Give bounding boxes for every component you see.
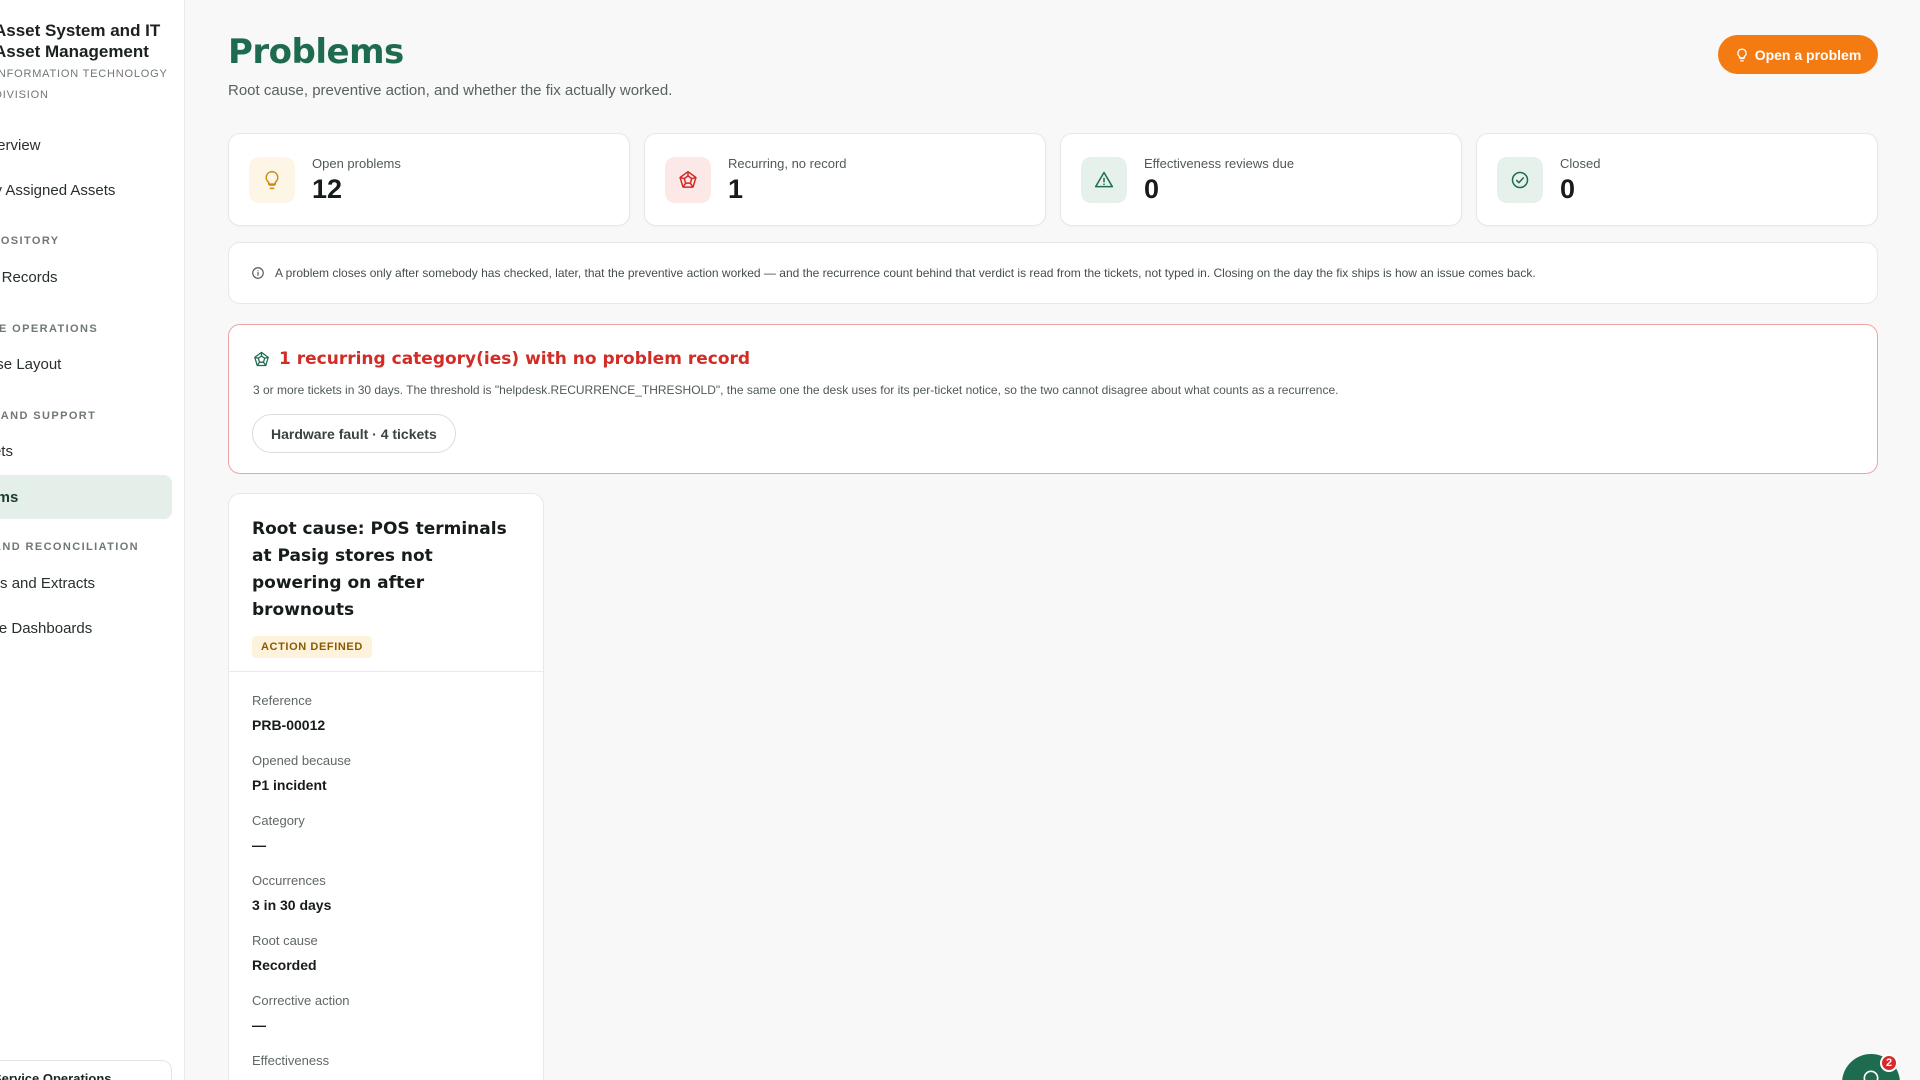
lightbulb-icon	[249, 157, 295, 203]
alert-description: 3 or more tickets in 30 days. The thresh…	[253, 383, 1339, 397]
warning-icon	[1081, 157, 1127, 203]
brand-subtitle-line1: INFORMATION TECHNOLOGY	[0, 68, 168, 80]
field-value: P1 incident	[252, 777, 327, 793]
field-root-cause: Root cause Recorded	[252, 933, 520, 993]
check-circle-icon	[1497, 157, 1543, 203]
alert-title-text: 1 recurring category(ies) with no proble…	[279, 349, 751, 369]
stat-label: Recurring, no record	[728, 156, 847, 171]
stat-value: 12	[312, 174, 343, 204]
field-value: —	[252, 1017, 266, 1033]
sidebar-item-problems[interactable]: Problems	[0, 475, 172, 519]
stat-value: 0	[1560, 174, 1576, 204]
sidebar: Asset System and IT Asset Management INF…	[0, 0, 185, 1080]
sidebar-section-repository: REPOSITORY	[0, 235, 60, 247]
field-value: —	[252, 837, 266, 853]
problem-card[interactable]: Root cause: POS terminals at Pasig store…	[228, 493, 544, 1080]
field-label: Reference	[252, 693, 312, 708]
field-value: 3 in 30 days	[252, 897, 332, 913]
lightbulb-icon	[1737, 48, 1747, 61]
field-effectiveness: Effectiveness	[252, 1053, 520, 1080]
stat-card-open-problems: Open problems 12	[228, 133, 630, 226]
stat-card-effectiveness-reviews-due: Effectiveness reviews due 0	[1060, 133, 1462, 226]
sidebar-section-help-and-support: HELP AND SUPPORT	[0, 410, 97, 422]
stat-card-recurring-no-record: Recurring, no record 1	[644, 133, 1046, 226]
field-value: Recorded	[252, 957, 317, 973]
page-title: Problems	[228, 32, 404, 72]
field-label: Category	[252, 813, 305, 828]
sidebar-item-warehouse-layout[interactable]: Warehouse Layout	[0, 342, 116, 386]
info-banner: A problem closes only after somebody has…	[228, 242, 1878, 304]
sidebar-item-problems-label: Problems	[0, 488, 19, 506]
stat-label: Effectiveness reviews due	[1144, 156, 1295, 171]
page-subtitle: Root cause, preventive action, and wheth…	[228, 82, 673, 99]
field-corrective-action: Corrective action —	[252, 993, 520, 1053]
recurring-icon	[254, 351, 269, 366]
sidebar-item-tickets[interactable]: Tickets	[0, 429, 146, 473]
sidebar-item-asset-records[interactable]: Asset Records	[0, 255, 140, 299]
sidebar-section-reports-and-reconciliation: REPORTS AND RECONCILIATION	[0, 541, 140, 553]
field-label: Effectiveness	[252, 1053, 330, 1068]
sidebar-item-my-assigned-assets[interactable]: My Assigned Assets	[0, 168, 162, 212]
brand-subtitle-line2: DIVISION	[0, 89, 49, 101]
field-value: PRB-00012	[252, 717, 326, 733]
field-opened-because: Opened because P1 incident	[252, 753, 520, 813]
sidebar-item-reports-and-extracts[interactable]: Reports and Extracts	[0, 561, 135, 605]
open-problem-button[interactable]: Open a problem	[1718, 35, 1878, 74]
brand: Asset System and IT Asset Management INF…	[0, 20, 184, 104]
notification-badge: 2	[1880, 1054, 1898, 1072]
recurring-alert: 1 recurring category(ies) with no proble…	[228, 324, 1878, 474]
stat-label: Open problems	[312, 156, 401, 171]
field-label: Root cause	[252, 933, 318, 948]
brand-title-line2: Asset Management	[0, 42, 149, 61]
alert-title: 1 recurring category(ies) with no proble…	[253, 349, 750, 369]
sidebar-item-overview[interactable]: Overview	[0, 123, 158, 167]
open-problem-button-label: Open a problem	[1754, 46, 1862, 63]
problem-title: Root cause: POS terminals at Pasig store…	[252, 519, 507, 620]
field-occurrences: Occurrences 3 in 30 days	[252, 873, 520, 933]
field-reference: Reference PRB-00012	[252, 693, 520, 753]
sidebar-footer-service-operations[interactable]: Service Operations	[0, 1060, 172, 1080]
recurring-icon	[665, 157, 711, 203]
recurring-category-chip[interactable]: Hardware fault · 4 tickets	[252, 414, 456, 453]
info-icon	[252, 267, 264, 279]
problem-fields: Reference PRB-00012 Opened because P1 in…	[229, 672, 543, 1080]
field-label: Corrective action	[252, 993, 350, 1008]
stat-value: 1	[728, 174, 744, 204]
sidebar-footer-label: Service Operations	[0, 1071, 112, 1080]
field-label: Opened because	[252, 753, 352, 768]
stat-label: Closed	[1560, 156, 1601, 171]
chat-icon	[1863, 1070, 1879, 1080]
sidebar-section-warehouse-operations: WAREHOUSE OPERATIONS	[0, 323, 99, 335]
stat-value: 0	[1144, 174, 1160, 204]
status-badge: ACTION DEFINED	[252, 636, 372, 658]
problem-card-header: Root cause: POS terminals at Pasig store…	[229, 494, 543, 672]
brand-title-line1: Asset System and IT	[0, 21, 161, 40]
field-category: Category —	[252, 813, 520, 873]
stat-card-closed: Closed 0	[1476, 133, 1878, 226]
info-text: A problem closes only after somebody has…	[275, 266, 1536, 280]
sidebar-item-module-dashboards[interactable]: Module Dashboards	[0, 606, 138, 650]
field-label: Occurrences	[252, 873, 326, 888]
